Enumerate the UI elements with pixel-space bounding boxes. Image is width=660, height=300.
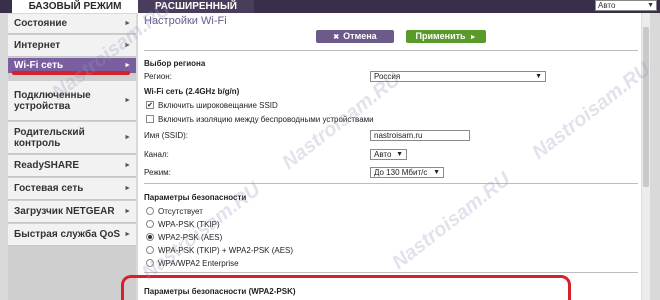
security-radio-none[interactable]	[146, 207, 154, 215]
chevron-right-icon: ►	[124, 97, 131, 104]
wifi-highlight-underline	[12, 71, 130, 75]
chevron-down-icon: ▼	[647, 2, 654, 9]
chevron-right-icon: ►	[124, 231, 131, 238]
security-option-label: WPA-PSK (TKIP) + WPA2-PSK (AES)	[158, 246, 294, 255]
sidebar-item-label: Интернет	[14, 40, 61, 51]
region-select[interactable]: Россия ▼	[370, 71, 546, 82]
mode-value: До 130 Мбит/с	[374, 168, 428, 177]
sidebar-item-label: Родительский контроль	[14, 126, 85, 149]
chevron-down-icon: ▼	[433, 169, 440, 176]
sidebar-item-status[interactable]: Состояние ►	[8, 14, 136, 34]
scrollbar[interactable]	[641, 13, 650, 300]
security-option-label: Отсутствует	[158, 207, 203, 216]
security-radio-wpa-mixed[interactable]	[146, 246, 154, 254]
sidebar-item-internet[interactable]: Интернет ►	[8, 35, 136, 57]
sidebar-item-label: ReadySHARE	[14, 160, 80, 171]
region-label: Регион:	[144, 72, 172, 81]
sidebar-item-label: Подключенные устройства	[14, 89, 91, 112]
chevron-right-icon: ►	[124, 20, 131, 27]
ssid-broadcast-checkbox[interactable]: ✔	[146, 101, 154, 109]
sidebar-item-label: Состояние	[14, 18, 68, 29]
apply-button[interactable]: Применить ►	[406, 30, 486, 43]
main-panel: Настройки Wi-Fi ✖ Отмена Применить ► Выбор…	[138, 13, 650, 300]
channel-select[interactable]: Авто ▼	[370, 149, 407, 160]
chevron-right-icon: ►	[124, 62, 131, 69]
apply-label: Применить	[415, 31, 466, 41]
cancel-button[interactable]: ✖ Отмена	[316, 30, 394, 43]
security-option-label: WPA2-PSK (AES)	[158, 233, 223, 242]
ssid-input[interactable]: nastroisam.ru	[370, 130, 470, 141]
security-radio-wpa-tkip[interactable]	[146, 220, 154, 228]
close-icon: ✖	[333, 34, 340, 41]
page-title: Настройки Wi-Fi	[144, 15, 227, 27]
divider	[144, 272, 638, 273]
mode-label: Режим:	[144, 168, 171, 177]
arrow-right-icon: ►	[469, 34, 477, 41]
mode-select[interactable]: До 130 Мбит/с ▼	[370, 167, 444, 178]
sidebar-item-devices[interactable]: Подключенные устройства ►	[8, 81, 136, 121]
chevron-right-icon: ►	[124, 42, 131, 49]
channel-label: Канал:	[144, 150, 169, 159]
cancel-label: Отмена	[343, 31, 377, 41]
language-value: Авто	[598, 1, 616, 10]
language-select[interactable]: Авто ▼	[595, 0, 657, 11]
sidebar-item-label: Загрузчик NETGEAR	[14, 206, 115, 217]
sidebar-item-parental[interactable]: Родительский контроль ►	[8, 122, 136, 154]
sidebar: Состояние ► Интернет ► Wi-Fi сеть ► Подк…	[8, 14, 136, 300]
sidebar-item-guest[interactable]: Гостевая сеть ►	[8, 178, 136, 200]
chevron-right-icon: ►	[124, 134, 131, 141]
chevron-right-icon: ►	[124, 162, 131, 169]
chevron-down-icon: ▼	[396, 151, 403, 158]
scrollbar-thumb[interactable]	[643, 27, 649, 187]
divider	[144, 50, 638, 51]
region-value: Россия	[374, 72, 401, 81]
security-radio-enterprise[interactable]	[146, 259, 154, 267]
security-radio-wpa2-aes[interactable]	[146, 233, 154, 241]
region-heading: Выбор региона	[144, 59, 206, 68]
channel-value: Авто	[374, 150, 392, 159]
chevron-right-icon: ►	[124, 185, 131, 192]
tab-advanced-mode[interactable]: РАСШИРЕННЫЙ	[138, 0, 254, 13]
sidebar-item-label: Wi-Fi сеть	[14, 60, 64, 71]
action-bar: ✖ Отмена Применить ►	[138, 27, 650, 61]
sidebar-item-label: Быстрая служба QoS	[14, 229, 121, 240]
sidebar-item-label: Гостевая сеть	[14, 183, 84, 194]
divider	[144, 183, 638, 184]
security-heading: Параметры безопасности	[144, 193, 247, 202]
tab-basic-mode[interactable]: БАЗОВЫЙ РЕЖИМ	[12, 0, 138, 13]
sidebar-item-qos[interactable]: Быстрая служба QoS ►	[8, 224, 136, 246]
isolation-checkbox[interactable]	[146, 115, 154, 123]
security-option-label: WPA-PSK (TKIP)	[158, 220, 220, 229]
ssid-label: Имя (SSID):	[144, 131, 189, 140]
chevron-down-icon: ▼	[535, 73, 542, 80]
chevron-right-icon: ►	[124, 208, 131, 215]
security-option-label: WPA/WPA2 Enterprise	[158, 259, 239, 268]
sidebar-item-readyshare[interactable]: ReadySHARE ►	[8, 155, 136, 177]
wifi-heading: Wi-Fi сеть (2.4GHz b/g/n)	[144, 87, 240, 96]
sidebar-item-netgear-downloader[interactable]: Загрузчик NETGEAR ►	[8, 201, 136, 223]
top-tab-bar: БАЗОВЫЙ РЕЖИМ РАСШИРЕННЫЙ Авто ▼	[0, 0, 660, 13]
wpa2-highlight-box	[121, 275, 571, 300]
isolation-label: Включить изоляцию между беспроводными ус…	[158, 115, 374, 124]
ssid-broadcast-label: Включить широковещание SSID	[158, 101, 278, 110]
